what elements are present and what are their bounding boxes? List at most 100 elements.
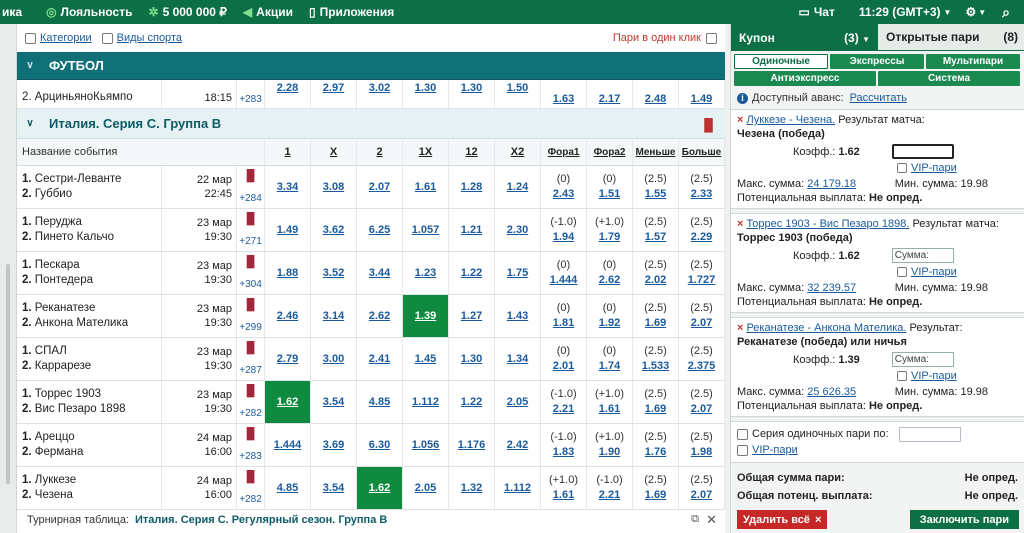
odd-cell[interactable]: 3.14 [311,295,357,337]
bet-sum-input[interactable]: Сумма: [891,248,954,263]
remove-bet-icon[interactable]: × [737,322,743,334]
odd-value[interactable]: 1.61 [599,402,620,417]
odd-cell[interactable]: 3.69 [311,424,357,466]
odd-cell[interactable]: 1.057 [403,209,449,251]
odd-cell[interactable]: 1.63 [541,80,587,108]
odd-cell[interactable]: 2.62 [357,295,403,337]
odd-cell[interactable]: 2.79 [265,338,311,380]
odd-cell[interactable]: 1.21 [449,209,495,251]
more-markets-link[interactable]: +287 [239,365,262,376]
odd-cell-with-param[interactable]: (2.5) 2.33 [679,166,725,208]
event-stats[interactable]: ▐▌ +271 [237,209,265,251]
odd-value[interactable]: 1.83 [553,445,574,460]
event-teams[interactable]: 1. Сестри-Леванте 2. Губбио [17,166,162,208]
series-vip-link[interactable]: VIP-пари [752,442,798,458]
odd-cell-with-param[interactable]: (2.5) 1.69 [633,381,679,423]
stats-icon[interactable]: ▐▌ [243,342,259,354]
odd-cell-with-param[interactable]: (+1.0) 1.61 [587,381,633,423]
vip-checkbox[interactable] [897,267,907,277]
odd-value[interactable]: 2.21 [599,488,620,503]
chevron-down-icon[interactable]: ∨ [17,118,43,129]
nav-item-apps[interactable]: ▯ Приложения [309,5,394,19]
chevron-down-icon[interactable]: ∨ [17,60,43,71]
odd-cell[interactable]: 1.62 [357,467,403,509]
odd-cell-with-param[interactable]: (+1.0) 1.61 [541,467,587,509]
odd-cell[interactable]: 3.34 [265,166,311,208]
popout-icon[interactable]: ⧉ [691,513,699,526]
stats-icon[interactable]: ▐▌ [243,385,259,397]
odd-cell[interactable]: 3.54 [311,381,357,423]
odd-cell-with-param[interactable]: (-1.0) 1.94 [541,209,587,251]
stats-icon[interactable]: ▐▌ [243,299,259,311]
odd-cell-with-param[interactable]: (2.5) 1.55 [633,166,679,208]
event-stats[interactable]: ▐▌ +287 [237,338,265,380]
odd-cell-with-param[interactable]: (2.5) 2.07 [679,295,725,337]
odd-cell[interactable]: 1.28 [449,166,495,208]
odd-cell[interactable]: 1.30 [449,338,495,380]
odd-value[interactable]: 1.98 [691,445,712,460]
max-sum-link[interactable]: 32 239.57 [807,282,856,294]
chat-button[interactable]: ▭ Чат [799,5,835,19]
odd-value[interactable]: 2.07 [691,402,712,417]
odd-value[interactable]: 1.55 [645,187,666,202]
more-markets-link[interactable]: +283 [239,94,262,105]
bet-type-multi[interactable]: Мультипари [926,54,1020,69]
column-handicap-2[interactable]: Фора2 [587,139,633,165]
odd-cell-with-param[interactable]: (2.5) 1.727 [679,252,725,294]
series-checkbox[interactable] [737,428,748,440]
event-teams[interactable]: 1. Луккезе 2. Чезена [17,467,162,509]
bet-type-express[interactable]: Экспрессы [830,54,924,69]
search-button[interactable]: ⌕ [1002,4,1010,21]
series-vip-checkbox[interactable] [737,444,748,456]
odd-cell[interactable]: 1.22 [449,381,495,423]
sports-filter[interactable]: Виды спорта [101,32,182,44]
odd-cell-with-param[interactable]: (+1.0) 1.90 [587,424,633,466]
stats-icon[interactable]: ▐▌ [243,256,259,268]
delete-all-button[interactable]: Удалить всё × [737,510,828,529]
more-markets-link[interactable]: +271 [239,236,262,247]
column-1x[interactable]: 1X [403,139,449,165]
odd-value[interactable]: 2.02 [645,273,666,288]
odd-cell[interactable]: 1.49 [679,80,725,108]
odd-cell[interactable]: 1.45 [403,338,449,380]
odd-cell[interactable]: 1.22 [449,252,495,294]
more-markets-link[interactable]: +284 [239,193,262,204]
bet-event-link[interactable]: Реканатезе - Анкона Мателика. [746,322,906,334]
odd-cell[interactable]: 1.112 [403,381,449,423]
odd-value[interactable]: 1.76 [645,445,666,460]
event-stats[interactable]: ▐▌ +283 [237,424,265,466]
vip-link[interactable]: VIP-пари [911,265,957,279]
odd-cell[interactable]: 2.17 [587,80,633,108]
odd-cell-with-param[interactable]: (2.5) 2.02 [633,252,679,294]
odd-cell-with-param[interactable]: (+1.0) 1.79 [587,209,633,251]
odd-cell-with-param[interactable]: (2.5) 2.07 [679,467,725,509]
place-bet-button[interactable]: Заключить пари [909,510,1019,529]
column-2[interactable]: 2 [357,139,403,165]
more-markets-link[interactable]: +282 [239,408,262,419]
more-markets-link[interactable]: +304 [239,279,262,290]
event-stats[interactable]: ▐▌ +284 [237,166,265,208]
odd-value[interactable]: 1.61 [553,488,574,503]
odd-cell[interactable]: 4.85 [265,467,311,509]
odd-value[interactable]: 2.33 [691,187,712,202]
odd-cell-with-param[interactable]: (0) 1.444 [541,252,587,294]
odd-cell-with-param[interactable]: (2.5) 1.69 [633,295,679,337]
column-under[interactable]: Меньше [633,139,679,165]
nav-item-bonus[interactable]: ✲ 5 000 000 ₽ [149,5,227,19]
settings-button[interactable]: ⚙ ▼ [965,5,986,19]
odd-cell-with-param[interactable]: (0) 2.62 [587,252,633,294]
event-stats[interactable]: ▐▌ +282 [237,381,265,423]
odd-cell[interactable]: 1.30 [403,80,449,108]
odd-value[interactable]: 1.533 [642,359,670,374]
odd-cell-with-param[interactable]: (2.5) 1.69 [633,467,679,509]
league-header[interactable]: ∨ Италия. Серия С. Группа В ▐▌ [17,109,725,139]
odd-cell[interactable]: 3.54 [311,467,357,509]
bet-sum-input[interactable] [891,144,954,159]
tournament-table-name[interactable]: Италия. Серия С. Регулярный сезон. Групп… [135,514,387,526]
odd-value[interactable]: 1.69 [645,402,666,417]
odd-value[interactable]: 1.90 [599,445,620,460]
odd-cell[interactable]: 1.39 [403,295,449,337]
nav-item-loyalty[interactable]: ◎ Лояльность [46,5,132,19]
stats-icon[interactable]: ▐▌ [243,428,259,440]
odd-cell-with-param[interactable]: (-1.0) 2.21 [541,381,587,423]
